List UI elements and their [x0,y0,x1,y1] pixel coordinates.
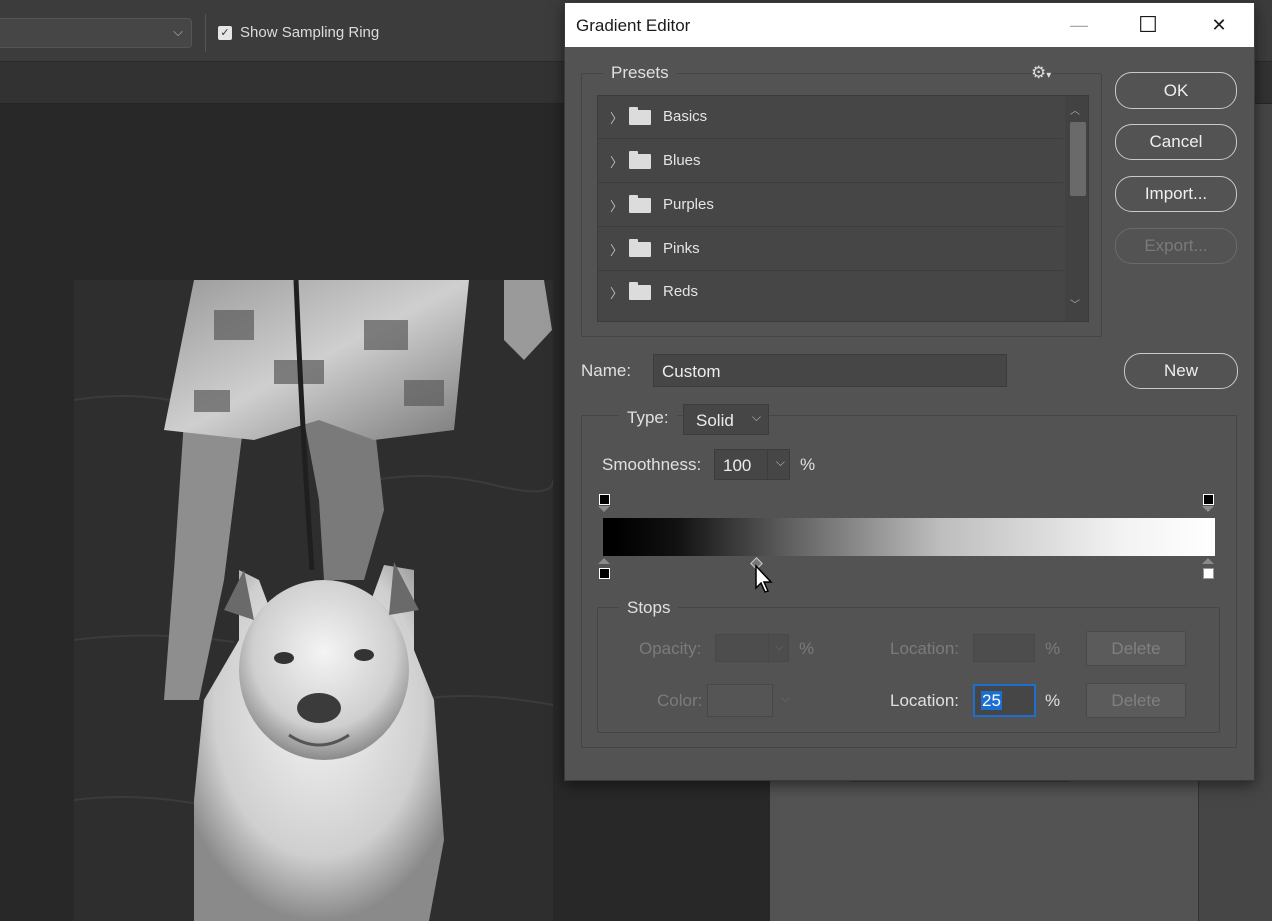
color-stop-right[interactable] [1203,568,1214,579]
color-label: Color: [657,691,703,710]
import-button[interactable]: Import... [1115,176,1237,212]
name-label: Name: [581,361,632,380]
folder-icon [629,107,651,125]
chevron-right-icon[interactable]: 〉 [610,196,623,215]
preset-folder-label: Blues [663,152,701,169]
opacity-stop-right[interactable] [1203,494,1214,505]
color-stop-pointer-icon [1202,558,1214,564]
preset-folder-row[interactable]: 〉 Blues [598,140,1063,183]
opacity-unit: % [799,639,815,658]
type-select[interactable]: Solid ⌵ [683,404,769,435]
type-label: Type: [619,408,677,428]
preset-folder-label: Pinks [663,240,700,257]
opacity-input[interactable]: ⌵ [715,634,789,662]
chevron-right-icon[interactable]: 〉 [610,152,623,171]
options-separator [205,14,206,52]
preset-folder-label: Basics [663,108,708,125]
chevron-right-icon[interactable]: 〉 [610,283,623,302]
opacity-label: Opacity: [639,639,702,658]
opacity-location-input[interactable] [973,634,1035,662]
preset-folder-row[interactable]: 〉 Purples [598,184,1063,227]
preset-folder-label: Purples [663,196,714,213]
presets-title: Presets [603,63,677,83]
chevron-down-icon[interactable]: ⌵ [781,691,790,706]
preset-folder-label: Reds [663,283,699,300]
opacity-stop-left[interactable] [599,494,610,505]
chevron-down-icon: ⌵ [751,410,761,424]
color-delete-button[interactable]: Delete [1086,683,1186,718]
folder-icon [629,239,651,257]
scroll-down-icon[interactable]: ﹀ [1070,296,1080,311]
color-location-input[interactable]: 25 [973,684,1036,717]
chevron-down-icon: ⌵ [173,24,183,39]
chevron-right-icon[interactable]: 〉 [610,108,623,127]
color-stop-left[interactable] [599,568,610,579]
color-swatch[interactable] [707,684,773,717]
name-input[interactable]: Custom [653,354,1007,387]
dialog-titlebar[interactable]: Gradient Editor — ☐ ✕ [565,3,1254,47]
type-select-value: Solid [696,411,734,430]
opacity-location-unit: % [1045,639,1061,658]
preset-folder-row[interactable]: 〉 Reds [598,271,1063,314]
maximize-icon[interactable]: ☐ [1125,3,1171,47]
minimize-icon[interactable]: — [1056,3,1102,47]
smoothness-label: Smoothness: [602,455,702,474]
cancel-button[interactable]: Cancel [1115,124,1237,160]
opacity-delete-button[interactable]: Delete [1086,631,1186,666]
color-location-value: 25 [981,691,1002,710]
chevron-down-icon[interactable]: ⌵ [776,455,785,470]
canvas-photo [74,280,553,921]
folder-icon [629,282,651,300]
dog-photo-image [74,280,553,921]
chevron-down-icon[interactable]: ⌵ [775,639,784,654]
preset-folder-row[interactable]: 〉 Basics [598,96,1063,139]
smoothness-value: 100 [723,456,752,475]
gear-icon[interactable]: ⚙▾ [1031,63,1051,83]
color-location-unit: % [1045,691,1061,710]
mouse-cursor-icon [755,564,773,593]
new-button[interactable]: New [1124,353,1238,389]
presets-list[interactable]: 〉 Basics 〉 Blues 〉 Purples 〉 Pinks 〉 Red… [597,95,1089,322]
preset-folder-row[interactable]: 〉 Pinks [598,228,1063,271]
opacity-stop-pointer-icon [1202,506,1214,512]
show-sampling-ring-label: Show Sampling Ring [240,24,380,41]
color-location-label: Location: [890,691,959,710]
gradient-editor-dialog: Gradient Editor — ☐ ✕ Presets ⚙▾ 〉 Basic… [564,2,1255,781]
smoothness-unit: % [800,455,816,474]
tool-preset-dropdown[interactable]: ⌵ [0,18,192,48]
dialog-title: Gradient Editor [576,16,691,35]
chevron-right-icon[interactable]: 〉 [610,240,623,259]
close-icon[interactable]: ✕ [1196,3,1242,47]
scroll-up-icon[interactable]: ︿ [1070,102,1080,117]
ok-button[interactable]: OK [1115,72,1237,109]
folder-icon [629,195,651,213]
opacity-stop-pointer-icon [598,506,610,512]
show-sampling-ring-checkbox[interactable]: ✓ [218,26,232,40]
color-stop-pointer-icon [598,558,610,564]
folder-icon [629,151,651,169]
stops-title: Stops [619,598,679,618]
scrollbar-thumb[interactable] [1070,122,1086,196]
gradient-preview-bar[interactable] [603,518,1215,556]
smoothness-input[interactable]: 100 ⌵ [714,449,790,480]
opacity-location-label: Location: [890,639,959,658]
export-button[interactable]: Export... [1115,228,1237,264]
